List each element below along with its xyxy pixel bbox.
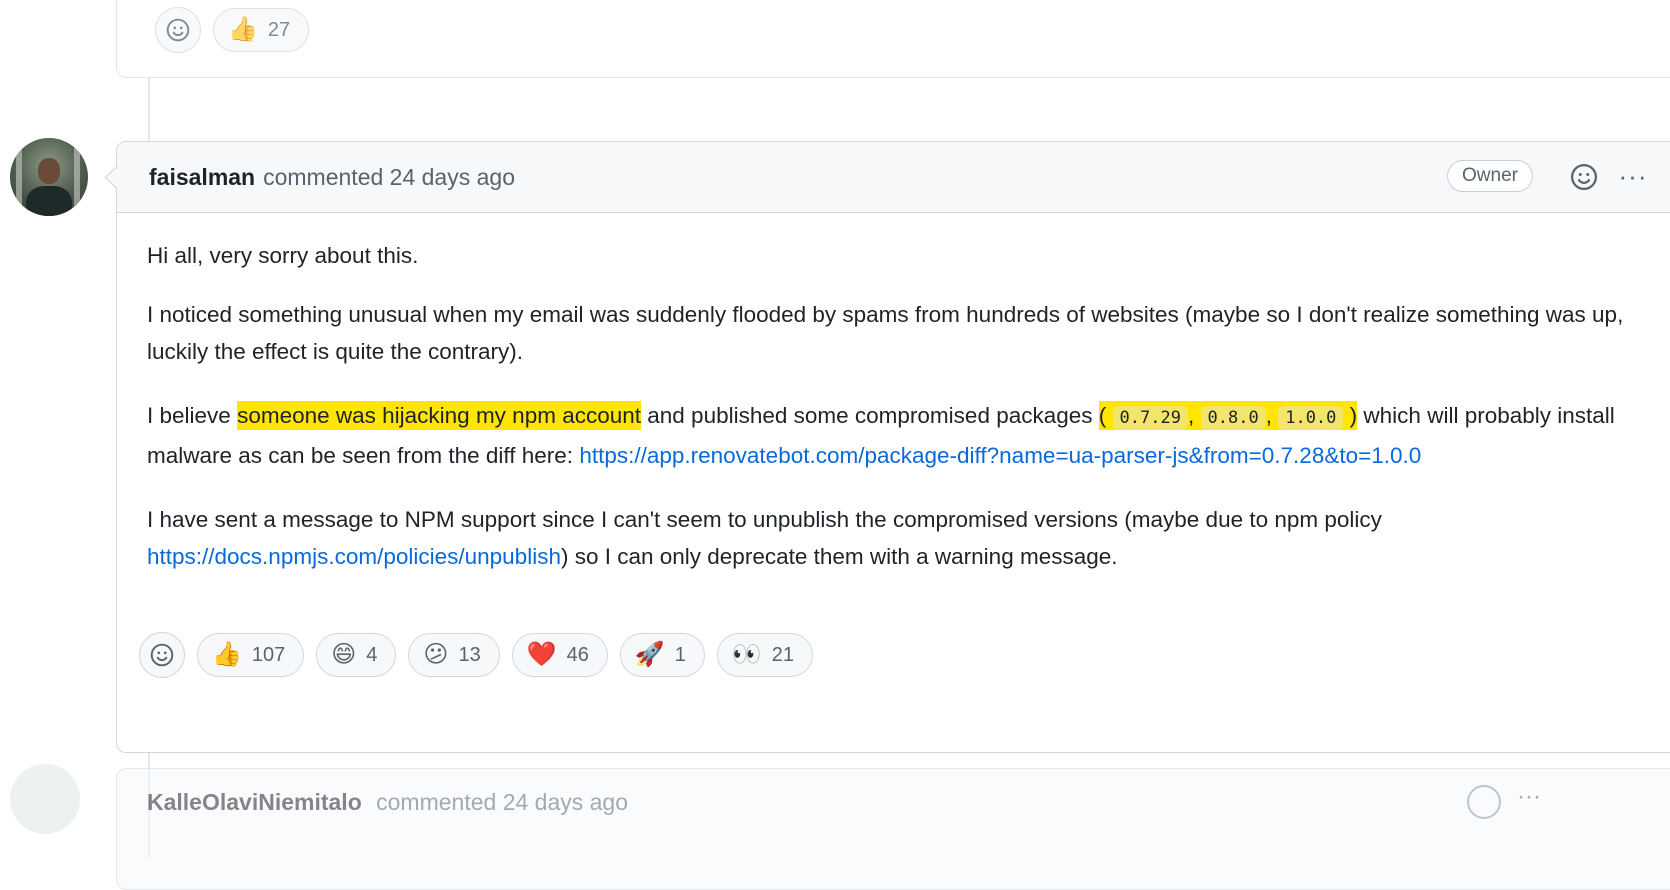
add-reaction-button[interactable]	[1565, 158, 1603, 196]
smiley-icon	[166, 18, 190, 42]
version-code: 0.8.0	[1200, 406, 1266, 430]
reactions-bar: 👍 107 😄 4 😕 13 ❤️ 46 🚀 1 👀 21	[139, 632, 813, 678]
kebab-horizontal-icon[interactable]: ···	[1611, 156, 1655, 196]
next-comment-avatar[interactable]	[10, 764, 80, 834]
reaction-thumbs-up[interactable]: 👍 27	[213, 8, 310, 52]
version-code: 1.0.0	[1278, 406, 1344, 430]
owner-badge: Owner	[1447, 160, 1533, 192]
reaction-laugh[interactable]: 😄 4	[316, 633, 397, 677]
comment-paragraph: I noticed something unusual when my emai…	[147, 302, 1624, 364]
reaction-count: 13	[458, 643, 481, 666]
smiley-icon	[1571, 164, 1597, 190]
reaction-thumbs-up[interactable]: 👍 107	[197, 633, 305, 677]
comment-author[interactable]: faisalman	[149, 164, 255, 191]
avatar-background	[16, 138, 22, 216]
comment-paragraph: Hi all, very sorry about this.	[147, 243, 419, 268]
comment-timestamp[interactable]: commented 24 days ago	[263, 164, 515, 191]
next-comment-author[interactable]: KalleOlaviNiemitalo	[147, 789, 362, 815]
highlighted-text: someone was hijacking my npm account	[237, 401, 642, 430]
thumbs-up-icon: 👍	[228, 16, 258, 43]
reaction-rocket[interactable]: 🚀 1	[619, 633, 705, 677]
highlighted-versions: ( 0.7.29, 0.8.0, 1.0.0 )	[1098, 401, 1358, 430]
reaction-count: 4	[366, 643, 378, 666]
confused-icon: 😕	[423, 641, 449, 668]
eyes-icon: 👀	[731, 641, 762, 668]
reaction-confused[interactable]: 😕 13	[408, 633, 500, 677]
add-reaction-button[interactable]	[139, 632, 185, 678]
next-comment-card: KalleOlaviNiemitalo commented 24 days ag…	[116, 768, 1670, 890]
reaction-heart[interactable]: ❤️ 46	[511, 633, 608, 677]
renovatebot-diff-link[interactable]: https://app.renovatebot.com/package-diff…	[579, 443, 1421, 468]
reaction-count: 1	[674, 643, 686, 666]
reaction-count: 21	[771, 643, 794, 666]
reaction-count: 46	[566, 643, 589, 666]
avatar-background	[74, 138, 80, 216]
version-code: 0.7.29	[1112, 406, 1188, 430]
laugh-icon: 😄	[331, 641, 357, 668]
reaction-count: 27	[267, 18, 291, 41]
kebab-horizontal-icon[interactable]: ···	[1517, 783, 1541, 811]
reaction-count: 107	[251, 643, 286, 666]
npm-unpublish-policy-link[interactable]: https://docs.npmjs.com/policies/unpublis…	[147, 544, 561, 569]
avatar[interactable]	[10, 138, 88, 216]
smiley-icon	[150, 643, 174, 667]
add-reaction-button[interactable]	[155, 7, 201, 53]
comment-body: Hi all, very sorry about this. I noticed…	[117, 213, 1670, 575]
comment-paragraph: I have sent a message to NPM support sin…	[147, 507, 1382, 569]
next-comment-header: KalleOlaviNiemitalo commented 24 days ag…	[147, 789, 628, 816]
next-comment-timestamp[interactable]: commented 24 days ago	[376, 789, 628, 815]
smiley-icon[interactable]	[1467, 785, 1501, 819]
comment-header: faisalman commented 24 days ago Owner ··…	[117, 142, 1670, 213]
avatar-figure	[26, 186, 72, 216]
thumbs-up-icon: 👍	[212, 641, 242, 668]
rocket-icon: 🚀	[634, 641, 665, 668]
avatar-face	[38, 158, 60, 184]
comment-paragraph: I believe someone was hijacking my npm a…	[147, 401, 1615, 468]
reaction-eyes[interactable]: 👀 21	[716, 633, 813, 677]
heart-icon: ❤️	[526, 641, 557, 668]
previous-comment-card: 👍 27	[116, 0, 1670, 78]
comment-card: faisalman commented 24 days ago Owner ··…	[116, 141, 1670, 753]
